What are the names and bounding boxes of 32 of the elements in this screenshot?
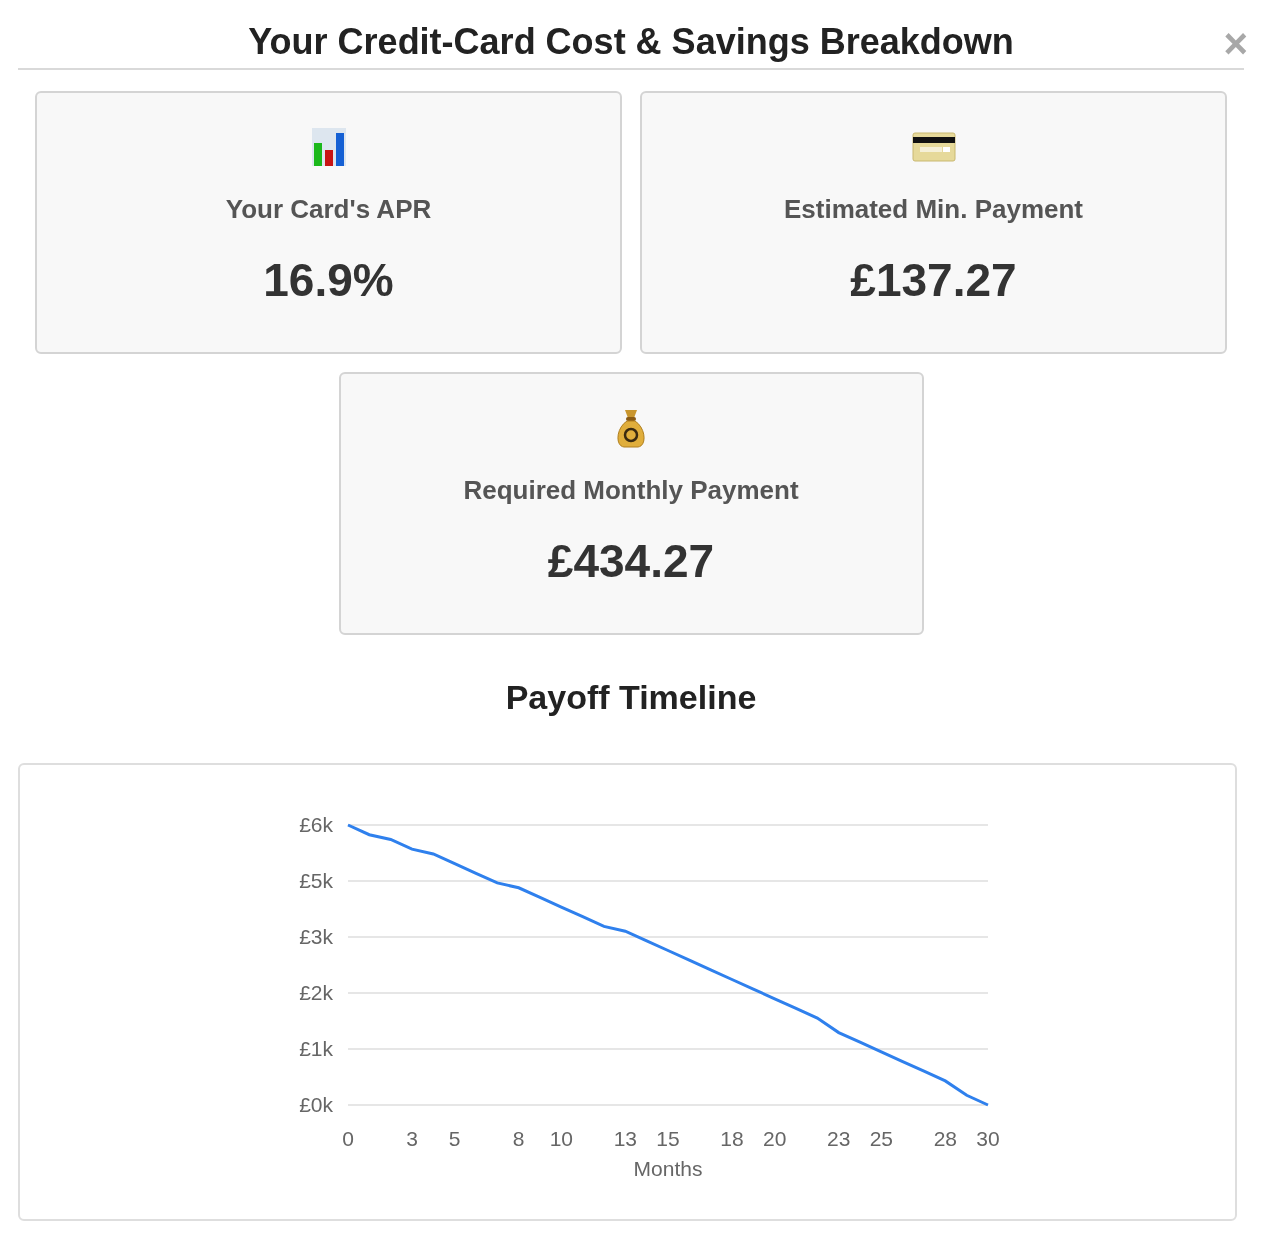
x-tick-label: 3 — [406, 1127, 418, 1150]
y-tick-label: £3k — [299, 925, 333, 948]
stat-value: £434.27 — [547, 534, 715, 588]
x-tick-label: 28 — [933, 1127, 957, 1150]
x-tick-label: 18 — [720, 1127, 744, 1150]
y-tick-label: £6k — [299, 813, 333, 836]
y-tick-label: £2k — [299, 981, 333, 1004]
stat-label: Your Card's APR — [225, 193, 432, 225]
x-tick-label: 8 — [512, 1127, 525, 1150]
x-tick-label: 10 — [549, 1127, 573, 1150]
close-button[interactable]: × — [1223, 22, 1248, 66]
x-axis-title: Months — [633, 1157, 703, 1180]
y-tick-label: £1k — [299, 1037, 333, 1060]
stat-value: £137.27 — [850, 253, 1017, 307]
x-tick-label: 23 — [827, 1127, 851, 1150]
x-tick-label: 13 — [613, 1127, 637, 1150]
chart-title: Payoff Timeline — [504, 677, 758, 718]
x-tick-label: 5 — [448, 1127, 461, 1150]
y-tick-label: £0k — [299, 1093, 333, 1116]
x-tick-label: 20 — [763, 1127, 787, 1150]
x-tick-label: 0 — [342, 1127, 354, 1150]
stat-label: Required Monthly Payment — [463, 474, 799, 506]
money-bag-icon — [614, 408, 648, 448]
x-tick-label: 15 — [656, 1127, 680, 1150]
x-tick-label: 30 — [976, 1127, 1000, 1150]
stat-value: 16.9% — [263, 253, 394, 307]
bar-chart-icon — [310, 127, 347, 167]
stat-label: Estimated Min. Payment — [783, 193, 1084, 225]
dialog-title: Your Credit-Card Cost & Savings Breakdown — [248, 20, 1014, 64]
credit-card-icon — [911, 132, 956, 162]
x-tick-label: 25 — [869, 1127, 893, 1150]
y-tick-label: £5k — [299, 869, 333, 892]
